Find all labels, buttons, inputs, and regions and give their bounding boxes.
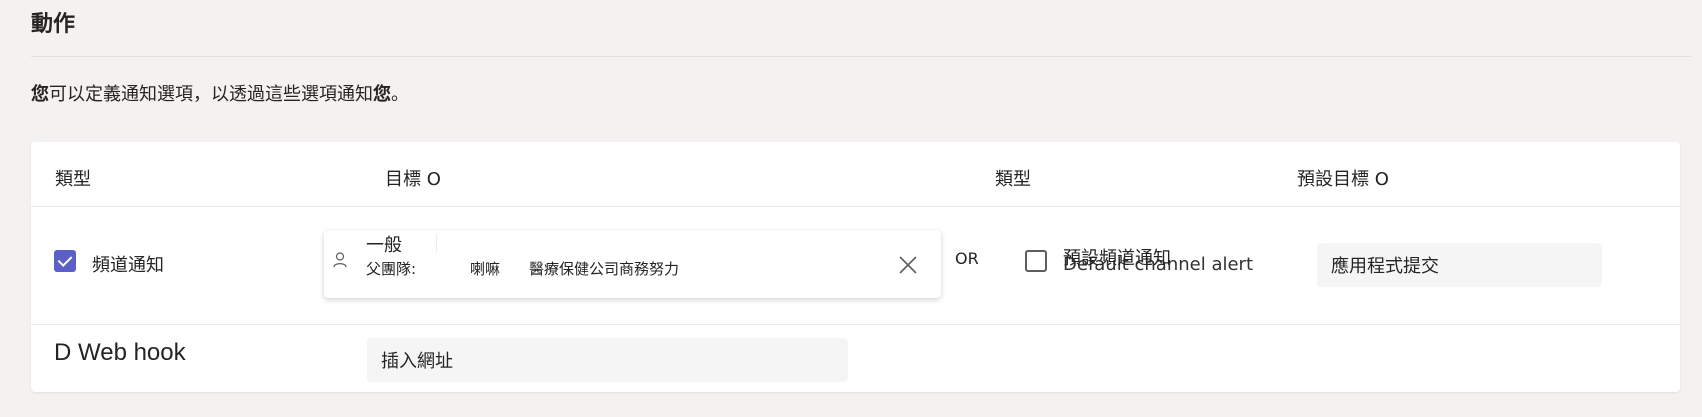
- actions-card: 類型 目標 O 類型 預設目標 O 頻道通知 一般 父團隊: 喇嘛 醫療保健公司…: [31, 142, 1680, 392]
- row-separator: [31, 324, 1680, 325]
- parent-team-label: 父團隊:: [366, 260, 417, 278]
- webhook-url-input[interactable]: 插入網址: [367, 338, 848, 382]
- channel-notification-label: 頻道通知: [92, 255, 164, 276]
- description-middle: 可以定義通知選項，以透過這些選項通知: [49, 84, 373, 105]
- header-target: 目標 O: [385, 169, 441, 190]
- divider: [31, 56, 1691, 57]
- or-label: OR: [955, 249, 979, 268]
- text-cursor: [436, 234, 437, 252]
- row-separator: [31, 206, 1680, 207]
- default-channel-checkbox[interactable]: [1025, 250, 1047, 272]
- header-type: 類型: [55, 169, 91, 190]
- parent-team-name: 醫療保健公司商務努力: [529, 260, 680, 278]
- close-icon[interactable]: [898, 255, 918, 275]
- header-type-2: 類型: [995, 169, 1031, 190]
- section-description: 您可以定義通知選項，以透過這些選項通知您。: [31, 80, 409, 106]
- description-end: 。: [391, 84, 409, 105]
- webhook-label: D Web hook: [54, 339, 186, 366]
- selected-channel-chip[interactable]: 一般 父團隊: 喇嘛 醫療保健公司商務努力: [324, 230, 941, 298]
- channel-name: 一般: [366, 235, 402, 256]
- description-bold-start: 您: [31, 84, 49, 105]
- default-channel-label: 預設頻道通知: [1063, 248, 1171, 269]
- default-target-input[interactable]: 應用程式提交: [1317, 243, 1602, 287]
- channel-notification-checkbox[interactable]: [54, 250, 76, 272]
- person-icon: [333, 252, 347, 268]
- description-bold-end: 您: [373, 84, 391, 105]
- section-title: 動作: [31, 12, 76, 37]
- parent-team-short: 喇嘛: [470, 260, 501, 278]
- header-default-target: 預設目標 O: [1297, 169, 1389, 190]
